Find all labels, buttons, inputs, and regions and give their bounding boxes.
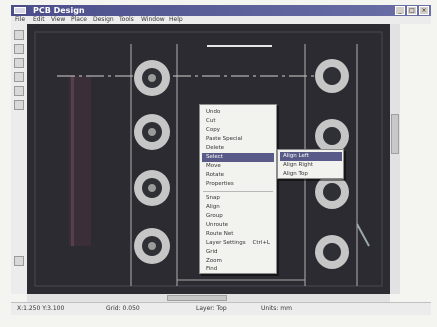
layer-tool-icon[interactable] — [14, 256, 24, 266]
ctx-label: Zoom — [206, 258, 222, 264]
ctx-copy[interactable]: Copy — [202, 126, 274, 135]
pad-p2[interactable] — [134, 114, 170, 150]
ctx-label: Find — [206, 266, 218, 272]
ctx-label: Group — [206, 213, 223, 219]
ctx-rotate[interactable]: Rotate — [202, 171, 274, 180]
pad-p5[interactable] — [315, 59, 349, 93]
submenu-item-1[interactable]: Align Left — [280, 152, 342, 161]
pad-tool-icon[interactable] — [14, 58, 24, 68]
ctx-undo[interactable]: Undo — [202, 108, 274, 117]
ctx-separator — [203, 191, 273, 192]
menu-place[interactable]: Place — [71, 16, 87, 24]
ctx-label: Rotate — [206, 172, 225, 178]
component-edge — [71, 76, 74, 246]
menu-file[interactable]: File — [15, 16, 25, 24]
window-title: PCB Design — [33, 6, 85, 15]
status-grid: Grid: 0.050 — [106, 305, 140, 312]
ctx-label: Grid — [206, 249, 218, 255]
ctx-select[interactable]: Select — [202, 153, 274, 162]
ctx-label: Paste Special — [206, 136, 243, 142]
pad-p4[interactable] — [134, 228, 170, 264]
status-coordinates: X:1.250 Y:3.100 — [17, 305, 65, 312]
context-submenu: Align Left Align Right Align Top — [277, 149, 344, 179]
pad-p6[interactable] — [315, 119, 349, 153]
status-layer: Layer: Top — [196, 305, 227, 312]
via-tool-icon[interactable] — [14, 72, 24, 82]
status-units: Units: mm — [261, 305, 292, 312]
title-bar[interactable]: PCB Design _ □ × — [11, 5, 431, 16]
menu-design[interactable]: Design — [93, 16, 114, 24]
close-button[interactable]: × — [419, 6, 429, 15]
horizontal-scrollbar[interactable] — [27, 294, 390, 302]
ctx-label: Align — [206, 204, 220, 210]
submenu-item-2[interactable]: Align Right — [280, 161, 342, 170]
window-controls: _ □ × — [395, 6, 429, 15]
menu-edit[interactable]: Edit — [33, 16, 45, 24]
ctx-label: Route Net — [206, 231, 234, 237]
text-tool-icon[interactable] — [14, 86, 24, 96]
minimize-button[interactable]: _ — [395, 6, 405, 15]
ctx-properties[interactable]: Properties — [202, 180, 274, 189]
pad-p3[interactable] — [134, 170, 170, 206]
ctx-group[interactable]: Group — [202, 212, 274, 221]
pad-p8[interactable] — [315, 235, 349, 269]
menu-tools[interactable]: Tools — [119, 16, 134, 24]
vertical-scrollbar[interactable] — [390, 24, 400, 294]
ctx-label: Delete — [206, 145, 225, 151]
app-window: PCB Design _ □ × File Edit View Place De… — [0, 0, 437, 327]
ctx-label: Undo — [206, 109, 221, 115]
ctx-label: Layer Settings — [206, 240, 246, 246]
horizontal-scroll-thumb[interactable] — [167, 295, 227, 301]
pad-p1[interactable] — [134, 60, 170, 96]
ctx-label: Properties — [206, 181, 234, 187]
menu-view[interactable]: View — [51, 16, 65, 24]
status-bar: X:1.250 Y:3.100 Grid: 0.050 Layer: Top U… — [11, 302, 431, 315]
trace-diagonal — [356, 223, 370, 247]
ctx-paste-special[interactable]: Paste Special — [202, 135, 274, 144]
ctx-label: Unroute — [206, 222, 229, 228]
submenu-item-3[interactable]: Align Top — [280, 170, 342, 179]
maximize-button[interactable]: □ — [407, 6, 417, 15]
select-tool-icon[interactable] — [14, 30, 24, 40]
left-toolbar — [11, 24, 28, 294]
wire-tool-icon[interactable] — [14, 44, 24, 54]
pad-p7[interactable] — [315, 175, 349, 209]
zoom-tool-icon[interactable] — [14, 100, 24, 110]
ctx-snap[interactable]: Snap — [202, 194, 274, 203]
ctx-unroute[interactable]: Unroute — [202, 221, 274, 230]
app-icon[interactable] — [14, 7, 26, 14]
menu-window[interactable]: Window — [141, 16, 165, 24]
ctx-shortcut: Ctrl+L — [252, 240, 270, 246]
ctx-layer-settings[interactable]: Layer Settings Ctrl+L — [202, 239, 274, 248]
ctx-find[interactable]: Find — [202, 265, 274, 274]
ctx-cut[interactable]: Cut — [202, 117, 274, 126]
menu-help[interactable]: Help — [169, 16, 183, 24]
ctx-label: Snap — [206, 195, 220, 201]
ctx-align[interactable]: Align — [202, 203, 274, 212]
menu-bar: File Edit View Place Design Tools Window… — [11, 16, 431, 24]
ctx-label: Select — [206, 154, 223, 160]
right-panel — [400, 24, 431, 294]
ctx-label: Move — [206, 163, 221, 169]
ctx-grid[interactable]: Grid — [202, 248, 274, 257]
vertical-scroll-thumb[interactable] — [391, 114, 399, 154]
ctx-move[interactable]: Move — [202, 162, 274, 171]
ctx-label: Cut — [206, 118, 216, 124]
context-menu: Undo Cut Copy Paste Special Delete Selec… — [199, 104, 277, 274]
ctx-label: Copy — [206, 127, 220, 133]
ctx-route-net[interactable]: Route Net — [202, 230, 274, 239]
ctx-delete[interactable]: Delete — [202, 144, 274, 153]
